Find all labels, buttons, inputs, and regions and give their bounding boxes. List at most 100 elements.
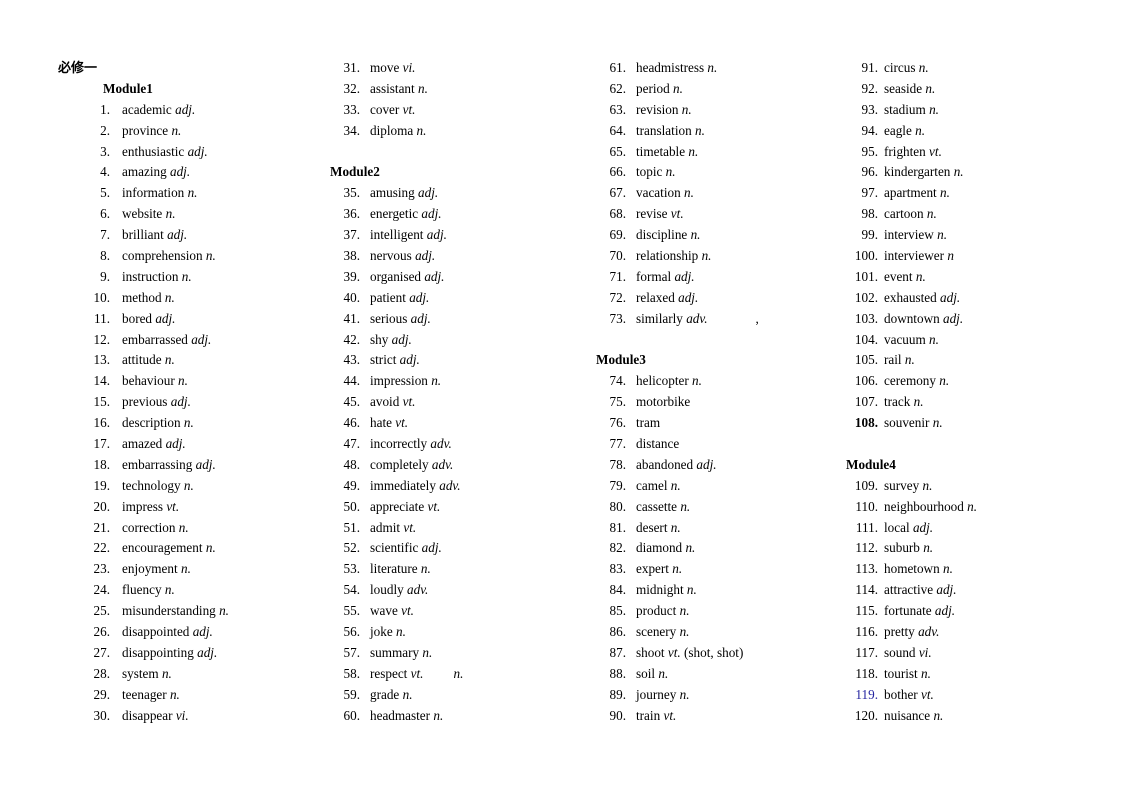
item-number: 14. [93,373,110,389]
item-number: 99. [861,227,878,243]
item-part-of-speech: n. [942,561,953,577]
item-part-of-speech: adj. [155,310,176,326]
vocabulary-item: 63. revision n. [596,100,861,121]
vocabulary-item: 12. embarrassed adj. [58,330,328,351]
item-number: 110. [855,498,878,514]
item-number: 40. [343,289,360,305]
item-word: soil [636,665,656,681]
item-word: downtown [884,310,940,326]
item-word: correction [122,519,176,535]
vocabulary-item: 22. encouragement n. [58,538,328,559]
item-part-of-speech: n. [937,227,947,243]
item-part-of-speech: n. [178,373,188,389]
item-word: avoid [370,394,400,410]
item-word: appreciate [370,498,425,514]
item-number: 79. [609,477,626,493]
vocabulary-item: 74. helicopter n. [596,371,861,392]
vocabulary-item: 65. timetable n. [596,142,861,163]
vocabulary-item: 64. translation n. [596,121,861,142]
item-part-of-speech: adj. [165,436,186,452]
item-number: 82. [609,540,626,556]
item-number: 35. [343,185,360,201]
item-word: energetic [370,206,419,222]
vocabulary-item: 66. topic n. [596,162,861,183]
item-word: desert [636,519,668,535]
vocabulary-item: 49. immediately adv. [330,476,595,497]
item-part-of-speech: n. [686,582,697,598]
item-word: midnight [636,582,684,598]
vocabulary-item: 81. desert n. [596,518,861,539]
vocabulary-item: 89. journey n. [596,685,861,706]
item-number: 28. [93,665,110,681]
vocabulary-item: 78. abandoned adj. [596,455,861,476]
item-word: exhausted [884,289,937,305]
vocabulary-item: 76. tram [596,413,861,434]
vocabulary-item: 101. event n. [846,267,1116,288]
vocabulary-item: 85. product n. [596,601,861,622]
item-number: 97. [861,185,878,201]
item-number: 109. [854,477,878,493]
item-word: vacation [636,185,681,201]
item-word: interviewer [884,248,945,264]
item-part-of-speech: adj. [191,331,212,347]
item-part-of-speech: n. [673,80,683,96]
vocabulary-item: 109. survey n. [846,476,1116,497]
module-heading-label: Module1 [103,80,153,96]
item-word: province [122,122,169,138]
item-word: technology [122,477,181,493]
item-part-of-speech: n. [670,519,681,535]
item-word: amusing [370,185,415,201]
vocabulary-item: 77. distance [596,434,861,455]
item-part-of-speech: n. [953,164,964,180]
item-number: 62. [609,80,626,96]
vocabulary-item: 71. formal adj. [596,267,861,288]
item-part-of-speech: n. [939,373,950,389]
vocabulary-item: 90. train vt. [596,706,861,727]
item-part-of-speech: adv. [918,624,940,640]
item-word: circus [884,60,916,75]
vocabulary-item: 31. move vi. [330,58,595,79]
vocabulary-item: 48. completely adv. [330,455,595,476]
item-number: 75. [609,394,626,410]
item-word: organised [370,268,422,284]
vocabulary-item: 73. similarly adv., [596,309,861,330]
item-word: intelligent [370,227,424,243]
vocabulary-item: 7. brilliant adj. [58,225,328,246]
item-number: 78. [609,456,626,472]
item-word: survey [884,477,920,493]
item-number: 106. [854,373,878,389]
vocabulary-item: 2. province n. [58,121,328,142]
item-part-of-speech: n. [433,707,444,723]
item-part-of-speech: n. [685,540,696,556]
item-number: 102. [854,289,878,305]
item-part-of-speech: adj. [187,143,208,159]
vocabulary-item: 3. enthusiastic adj. [58,142,328,163]
item-part-of-speech: n. [701,248,712,264]
item-part-of-speech: n. [967,498,978,514]
item-word: tram [636,415,661,431]
item-part-of-speech: n. [164,352,175,368]
item-part-of-speech: vt. [670,206,684,222]
vocabulary-item: 19. technology n. [58,476,328,497]
item-part-of-speech: n. [665,164,676,180]
item-word: academic [122,101,172,117]
item-part-of-speech: n. [926,206,937,222]
item-part-of-speech: adj. [418,185,439,201]
item-part-of-speech: adj. [169,164,191,180]
item-word: translation [636,122,692,138]
item-number: 19. [93,477,110,493]
item-word: local [884,519,910,535]
item-number: 51. [343,519,360,535]
item-part-of-speech: n. [164,289,175,305]
item-word: event [884,268,913,284]
item-word: fortunate [884,603,932,619]
vocabulary-item: 1. academic adj. [58,100,328,121]
item-number: 42. [343,331,360,347]
vocabulary-item: 72. relaxed adj. [596,288,861,309]
item-number: 10. [93,289,110,305]
item-part-of-speech: n. [932,415,943,431]
item-part-of-speech: adj. [934,603,956,619]
item-word: headmaster [370,707,431,723]
vocabulary-item: 9. instruction n. [58,267,328,288]
vocabulary-item: 55. wave vt. [330,601,595,622]
